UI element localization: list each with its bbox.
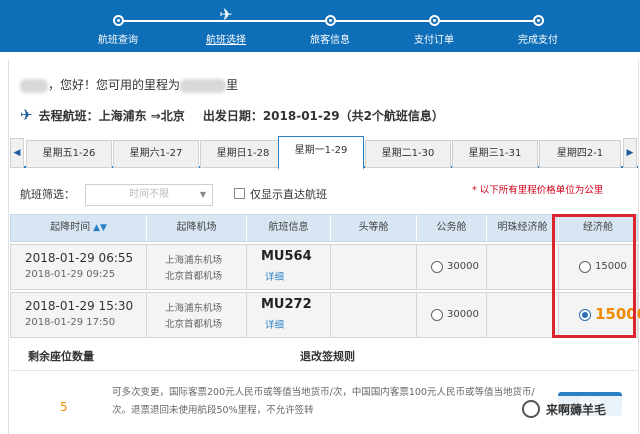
route-info: ✈ 去程航班：上海浦东 ⇒北京 出发日期：2018-01-29（共2个航班信息） [20,106,462,124]
arr-airport: 北京首都机场 [165,319,223,330]
route-segment: 去程航班：上海浦东 ⇒北京 [38,109,185,123]
flight-table-header: 起降时间 ▲▼ 起降机场 航班信息 头等舱 公务舱 明珠经济舱 经济舱 [10,214,638,242]
step-pay-order[interactable]: 支付订单 [394,0,474,52]
col-first-class: 头等舱 [331,215,417,241]
flight-row: 2018-01-29 06:55 2018-01-29 09:25 上海浦东机场… [10,244,638,290]
tab-date-selected[interactable]: 星期一1-29 [278,136,364,170]
tab-date[interactable]: 星期三1-31 [452,140,538,168]
step-flight-select[interactable]: ✈ 航班选择 [186,0,266,52]
step-label: 支付订单 [414,35,454,46]
step-dot [325,15,336,26]
airplane-icon: ✈ [219,5,233,24]
business-price: 30000 [447,261,479,272]
greeting-unit: 里 [226,78,239,92]
business-radio[interactable] [431,261,443,273]
business-cell: 30000 [417,293,487,337]
col-flight-info: 航班信息 [247,215,331,241]
flight-number: MU564 [261,249,312,264]
filter-label: 航班筛选： [20,188,75,201]
step-dot [113,15,124,26]
col-times[interactable]: 起降时间 ▲▼ [11,215,147,241]
watermark: 来啊薅羊毛 [518,396,638,422]
greeting-text: ，您好！您可用的里程为 [48,78,181,92]
step-label: 旅客信息 [310,35,350,46]
step-dot [533,15,544,26]
first-class-cell [331,293,417,337]
greeting: ，您好！您可用的里程为 里 [20,76,238,93]
dep-airport: 上海浦东机场 [165,303,223,314]
col-business: 公务舱 [417,215,487,241]
arr-time: 2018-01-29 17:50 [25,317,116,328]
flight-number: MU272 [261,297,312,312]
next-dates-arrow-icon[interactable]: ▶ [623,138,637,168]
tab-date[interactable]: 星期四2-1 [539,140,621,168]
dep-time: 2018-01-29 15:30 [25,299,134,313]
prev-dates-arrow-icon[interactable]: ◀ [10,138,24,168]
dep-time: 2018-01-29 06:55 [25,251,134,265]
flight-info-cell: MU272 详细 [247,293,331,337]
step-dot [429,15,440,26]
airport-cell: 上海浦东机场 北京首都机场 [147,245,247,289]
panel-border-right [638,60,639,434]
time-cell: 2018-01-29 06:55 2018-01-29 09:25 [11,245,147,289]
airplane-icon: ✈ [20,106,33,124]
col-airports: 起降机场 [147,215,247,241]
chevron-down-icon: ▼ [199,190,206,199]
business-price: 30000 [447,309,479,320]
step-label: 完成支付 [518,35,558,46]
mileage-unit-note: * 以下所有里程价格单位为公里 [472,185,604,196]
time-filter-select[interactable]: 时间不限 ▼ [85,184,213,206]
premium-economy-cell [487,245,559,289]
business-radio[interactable] [431,309,443,321]
flight-row: 2018-01-29 15:30 2018-01-29 17:50 上海浦东机场… [10,292,640,338]
flight-info-cell: MU564 详细 [247,245,331,289]
premium-economy-cell [487,293,559,337]
change-rules-label: 退改签规则 [300,350,355,363]
first-class-cell [331,245,417,289]
flight-detail-link[interactable]: 详细 [265,269,284,283]
col-premium-economy: 明珠经济舱 [487,215,559,241]
direct-only-label: 仅显示直达航班 [250,188,327,201]
tab-date[interactable]: 星期六1-27 [113,140,199,168]
dep-airport: 上海浦东机场 [165,255,223,266]
time-filter-value: 时间不限 [129,189,169,200]
step-passenger-info[interactable]: 旅客信息 [290,0,370,52]
redacted-mileage [180,78,227,93]
wechat-logo-icon [522,400,540,418]
tab-date[interactable]: 星期日1-28 [200,140,286,168]
economy-highlight-box [552,214,636,338]
change-rules-text: 可多次变更，国际客票200元人民币或等值当地货币/次，中国国内客票100元人民币… [112,387,535,416]
watermark-text: 来啊薅羊毛 [546,403,607,417]
step-label: 航班选择 [206,35,246,46]
route-date: 出发日期：2018-01-29（共2个航班信息） [202,109,444,123]
step-flight-search[interactable]: 航班查询 [78,0,158,52]
tab-date[interactable]: 星期二1-30 [365,140,451,168]
seats-remaining-value: 5 [60,400,68,414]
flight-detail-link[interactable]: 详细 [265,317,284,331]
step-label: 航班查询 [98,35,138,46]
divider [10,370,638,371]
progress-stepbar: 航班查询 ✈ 航班选择 旅客信息 支付订单 完成支付 [0,0,640,52]
sort-icon[interactable]: ▲▼ [93,223,107,233]
step-payment-complete[interactable]: 完成支付 [498,0,578,52]
direct-only-checkbox[interactable] [234,188,245,199]
time-cell: 2018-01-29 15:30 2018-01-29 17:50 [11,293,147,337]
col-label: 起降时间 [50,222,91,233]
panel-border-left [8,60,9,434]
redacted-name [20,78,48,93]
business-cell: 30000 [417,245,487,289]
date-tabs: ◀ 星期五1-26 星期六1-27 星期日1-28 星期一1-29 星期二1-3… [10,136,638,170]
airport-cell: 上海浦东机场 北京首都机场 [147,293,247,337]
tab-date[interactable]: 星期五1-26 [26,140,112,168]
arr-time: 2018-01-29 09:25 [25,269,116,280]
arr-airport: 北京首都机场 [165,271,223,282]
seats-remaining-label: 剩余座位数量 [28,350,94,363]
